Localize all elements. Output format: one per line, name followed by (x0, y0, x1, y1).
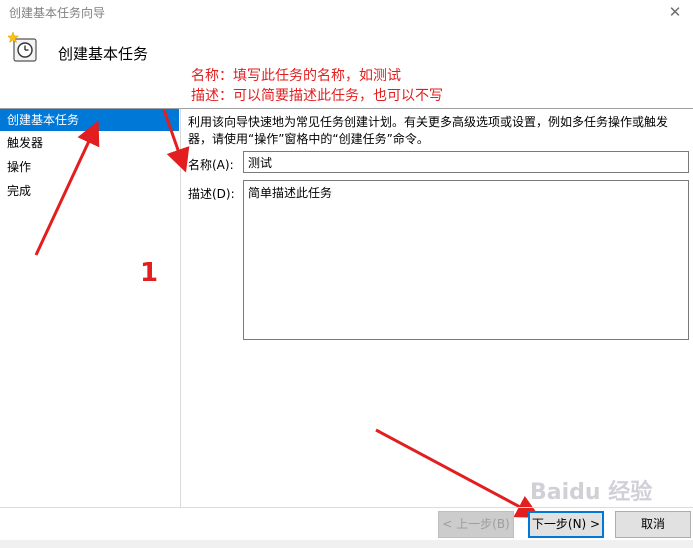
annotation-desc-hint: 描述：可以简要描述此任务，也可以不写 (191, 88, 443, 104)
description-label: 描述(D): (188, 187, 235, 201)
close-button[interactable]: ✕ (657, 0, 693, 24)
next-button[interactable]: 下一步(N) > (528, 511, 604, 538)
title-bar: 创建基本任务向导 ✕ (0, 0, 693, 24)
name-label: 名称(A): (188, 158, 234, 172)
watermark: Baidu 经验 (530, 480, 653, 505)
cancel-button[interactable]: 取消 (615, 511, 691, 538)
arrow-to-next (375, 428, 541, 518)
name-input[interactable]: 测试 (243, 151, 689, 173)
step-action[interactable]: 操作 (0, 156, 179, 178)
annotation-step-number: 1 (140, 258, 159, 288)
step-finish[interactable]: 完成 (0, 180, 179, 202)
annotation-name-hint: 名称：填写此任务的名称，如测试 (191, 68, 401, 84)
page-title: 创建基本任务 (58, 45, 149, 63)
window-title: 创建基本任务向导 (9, 6, 106, 20)
taskbar-strip (0, 540, 693, 548)
wizard-description: 利用该向导快速地为常见任务创建计划。有关更多高级选项或设置，例如多任务操作或触发… (188, 115, 669, 146)
steps-pane: 创建基本任务 触发器 操作 完成 (0, 109, 181, 507)
step-trigger[interactable]: 触发器 (0, 132, 179, 154)
task-scheduler-icon (8, 31, 37, 62)
step-create-basic-task[interactable]: 创建基本任务 (0, 109, 179, 131)
footer-divider (0, 507, 693, 508)
back-button[interactable]: < 上一步(B) (438, 511, 514, 538)
description-textarea[interactable]: 简单描述此任务 (243, 180, 689, 340)
